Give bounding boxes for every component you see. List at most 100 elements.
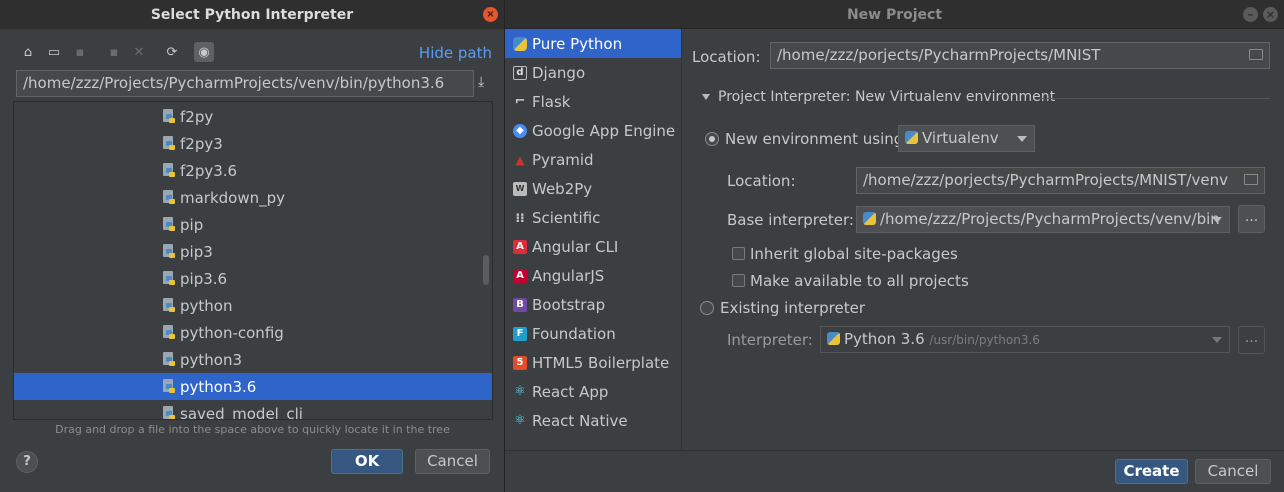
python-file-icon [163,136,176,151]
project-type-label: Web2Py [532,179,593,198]
close-icon[interactable]: × [483,7,498,22]
tree-file-label: python3.6 [180,377,257,396]
project-type-scientific[interactable]: ⁝⁝ Scientific [505,203,681,232]
create-button[interactable]: Create [1115,459,1188,484]
environment-tool-select[interactable]: Virtualenv [898,125,1035,152]
section-divider [1039,98,1269,99]
project-type-foundation[interactable]: F Foundation [505,319,681,348]
new-environment-label: New environment using [725,130,904,148]
project-type-label: Pure Python [532,34,623,53]
venv-location-field[interactable]: /home/zzz/porjects/PycharmProjects/MNIST… [856,167,1265,194]
project-type-flask[interactable]: ⌐ Flask [505,87,681,116]
interpreter-section-title[interactable]: Project Interpreter: New Virtualenv envi… [718,89,1055,105]
python-file-icon [163,379,176,394]
cancel-button[interactable]: Cancel [415,449,490,474]
project-type-pure-python[interactable]: Pure Python [505,29,681,58]
bootstrap-icon: B [513,297,527,312]
new-environment-radio[interactable] [705,132,719,146]
browse-base-interpreter-button[interactable]: ... [1238,205,1265,233]
show-hidden-icon[interactable]: ◉ [194,42,214,62]
project-type-react-native[interactable]: ⚛ React Native [505,406,681,435]
path-input[interactable]: /home/zzz/Projects/PycharmProjects/venv/… [16,70,474,97]
project-type-google-app-engine[interactable]: ◆ Google App Engine [505,116,681,145]
project-type-react-app[interactable]: ⚛ React App [505,377,681,406]
tree-file-row[interactable]: markdown_py [14,184,492,211]
help-button[interactable]: ? [16,451,38,473]
environment-tool-value: Virtualenv [922,129,999,147]
desktop-icon[interactable]: ▭ [44,42,64,62]
project-folder-icon[interactable]: ▪ [70,42,90,62]
project-type-label: Scientific [532,208,601,227]
python-file-icon [163,325,176,340]
folder-icon[interactable] [1249,49,1263,60]
tree-file-row[interactable]: f2py3 [14,130,492,157]
path-value: /home/zzz/Projects/PycharmProjects/venv/… [23,74,445,92]
project-type-angular-cli[interactable]: A Angular CLI [505,232,681,261]
folder-icon[interactable] [1244,174,1258,185]
project-type-web2py[interactable]: W Web2Py [505,174,681,203]
tree-file-row[interactable]: pip3 [14,238,492,265]
project-type-django[interactable]: d Django [505,58,681,87]
project-type-list: Pure Python d Django ⌐ Flask ◆ Google Ap… [505,29,681,450]
project-type-bootstrap[interactable]: B Bootstrap [505,290,681,319]
python-file-icon [163,244,176,259]
refresh-icon[interactable]: ⟳ [162,42,182,62]
project-type-label: Flask [532,92,571,111]
tree-file-label: python-config [180,323,284,342]
python-icon [863,212,876,225]
flask-icon: ⌐ [514,94,526,109]
ok-button[interactable]: OK [331,449,403,474]
inherit-site-packages-checkbox[interactable] [732,247,745,260]
project-location-field[interactable]: /home/zzz/porjects/PycharmProjects/MNIST [770,42,1270,69]
python-file-icon [163,190,176,205]
existing-interpreter-radio[interactable] [700,301,714,315]
delete-icon[interactable]: ✕ [129,42,149,62]
make-available-checkbox[interactable] [732,274,745,287]
venv-location-value: /home/zzz/porjects/PycharmProjects/MNIST… [863,171,1228,189]
project-type-label: React Native [532,411,628,430]
tree-file-row[interactable]: f2py [14,103,492,130]
tree-file-row[interactable]: python3.6 [14,373,492,400]
tree-file-row[interactable]: f2py3.6 [14,157,492,184]
web2py-icon: W [513,181,527,196]
interpreter-label: Interpreter: [727,331,813,349]
minimize-icon[interactable]: – [1243,7,1258,22]
select-interpreter-dialog: Select Python Interpreter × ⌂ ▭ ▪ ▪ ✕ ⟳ … [0,0,505,492]
base-interpreter-select[interactable]: /home/zzz/Projects/PycharmProjects/venv/… [856,206,1230,233]
tree-file-label: pip3 [180,242,213,261]
home-icon[interactable]: ⌂ [18,42,38,62]
chevron-down-icon [1212,217,1222,223]
collapse-arrow-icon[interactable] [702,94,710,100]
existing-interpreter-select[interactable]: Python 3.6 /usr/bin/python3.6 [820,326,1230,353]
project-type-label: Pyramid [532,150,594,169]
hide-path-link[interactable]: Hide path [419,44,492,62]
tree-file-row[interactable]: python [14,292,492,319]
tree-file-label: f2py3 [180,134,223,153]
tree-file-row[interactable]: python3 [14,346,492,373]
drag-drop-hint: Drag and drop a file into the space abov… [55,423,450,436]
tree-file-row[interactable]: pip3.6 [14,265,492,292]
project-type-angularjs[interactable]: A AngularJS [505,261,681,290]
new-folder-icon[interactable]: ▪ [104,42,124,62]
new-project-titlebar: New Project – × [505,0,1284,29]
tree-file-label: pip3.6 [180,269,228,288]
project-type-html5-boilerplate[interactable]: 5 HTML5 Boilerplate [505,348,681,377]
browse-existing-interpreter-button[interactable]: ... [1238,326,1265,354]
project-type-pyramid[interactable]: ▲ Pyramid [505,145,681,174]
dialog-titlebar: Select Python Interpreter × [0,0,504,29]
location-label: Location: [692,48,761,66]
html5-icon: 5 [513,355,527,370]
foundation-icon: F [513,326,527,341]
close-icon[interactable]: × [1263,7,1278,22]
tree-file-row[interactable]: saved_model_cli [14,400,492,419]
tree-scrollbar[interactable] [483,255,489,285]
project-type-label: HTML5 Boilerplate [532,353,670,372]
react-icon: ⚛ [514,384,526,399]
file-tree[interactable]: f2py f2py3 f2py3.6 markdown_py pip pip3 pip3.6… [13,101,493,420]
cancel-button[interactable]: Cancel [1195,459,1271,484]
python-file-icon [163,163,176,178]
base-interpreter-value: /home/zzz/Projects/PycharmProjects/venv/… [880,210,1220,228]
download-icon[interactable]: ⤓ [478,74,484,90]
tree-file-row[interactable]: python-config [14,319,492,346]
tree-file-row[interactable]: pip [14,211,492,238]
